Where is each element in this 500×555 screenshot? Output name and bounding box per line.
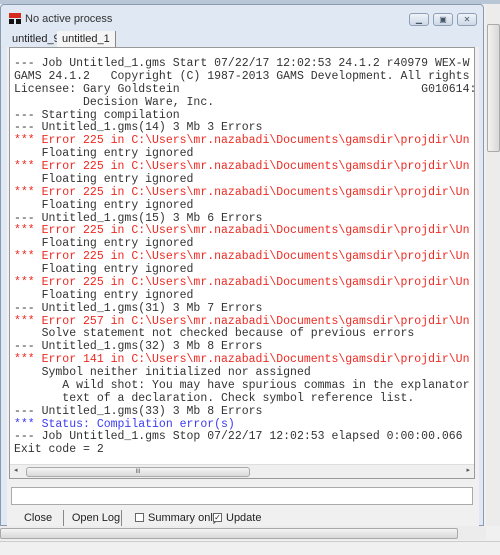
log-line-normal: GAMS 24.1.2 Copyright (C) 1987-2013 GAMS… [14, 69, 470, 83]
log-line-normal: A wild shot: You may have spurious comma… [14, 378, 470, 392]
log-line-error: *** Error 225 in C:\Users\mr.nazabadi\Do… [14, 160, 470, 173]
update-label: Update [226, 512, 262, 524]
status-bar [0, 541, 500, 555]
outer-vertical-scrollbar[interactable] [486, 4, 500, 526]
tab-content: --- Job Untitled_1.gms Start 07/22/17 12… [7, 47, 479, 527]
log-line-normal: --- Untitled_1.gms(31) 3 Mb 7 Errors [14, 301, 263, 315]
log-lines: --- Job Untitled_1.gms Start 07/22/17 12… [14, 57, 475, 457]
log-line-normal: --- Job Untitled_1.gms Start 07/22/17 12… [14, 57, 470, 70]
minimize-icon[interactable]: ▁ [409, 13, 429, 26]
summary-only-label: Summary only [148, 512, 219, 524]
log-line-normal: --- Untitled_1.gms(33) 3 Mb 8 Errors [14, 404, 263, 418]
log-line-normal: Floating entry ignored [14, 263, 194, 276]
tab-untitled-1[interactable]: untitled_1 [57, 31, 116, 47]
summary-only-checkbox[interactable] [135, 513, 144, 522]
log-line-error: *** Error 225 in C:\Users\mr.nazabadi\Do… [14, 185, 470, 199]
log-line-normal: text of a declaration. Check symbol refe… [14, 391, 415, 405]
command-input[interactable] [11, 487, 473, 505]
log-horizontal-scrollbar[interactable]: ◂ III ▸ [10, 464, 474, 478]
close-icon[interactable]: ✕ [457, 13, 477, 26]
window-title: No active process [25, 13, 113, 25]
scroll-left-icon[interactable]: ◂ [14, 466, 18, 474]
log-line-normal: Symbol neither initialized nor assigned [14, 366, 311, 379]
process-log[interactable]: --- Job Untitled_1.gms Start 07/22/17 12… [9, 47, 475, 479]
log-line-error: *** Error 225 in C:\Users\mr.nazabadi\Do… [14, 275, 470, 289]
title-bar[interactable]: No active process ▁ ▣ ✕ [1, 5, 483, 29]
close-button[interactable]: Close [13, 510, 64, 526]
log-line-normal: Floating entry ignored [14, 288, 194, 302]
log-line-normal: Floating entry ignored [14, 172, 194, 186]
open-log-button[interactable]: Open Log [71, 510, 122, 526]
scrollbar-thumb[interactable]: III [26, 467, 250, 477]
update-checkbox[interactable]: ✓ [213, 513, 222, 522]
log-line-normal: Exit code = 2 [14, 443, 104, 457]
scroll-right-icon[interactable]: ▸ [466, 466, 470, 474]
outer-horizontal-scrollbar[interactable] [0, 526, 486, 540]
process-window: No active process ▁ ▣ ✕ untitled_9 untit… [0, 4, 484, 527]
gams-ide-icon [9, 13, 21, 24]
scrollbar-thumb[interactable] [0, 528, 458, 539]
scrollbar-thumb[interactable] [487, 24, 500, 152]
log-line-normal: Floating entry ignored [14, 198, 194, 212]
log-line-normal: Licensee: Gary Goldstein G010614:2 [14, 82, 475, 96]
maximize-icon[interactable]: ▣ [433, 13, 453, 26]
log-line-normal: Decision Ware, Inc. [14, 95, 215, 109]
